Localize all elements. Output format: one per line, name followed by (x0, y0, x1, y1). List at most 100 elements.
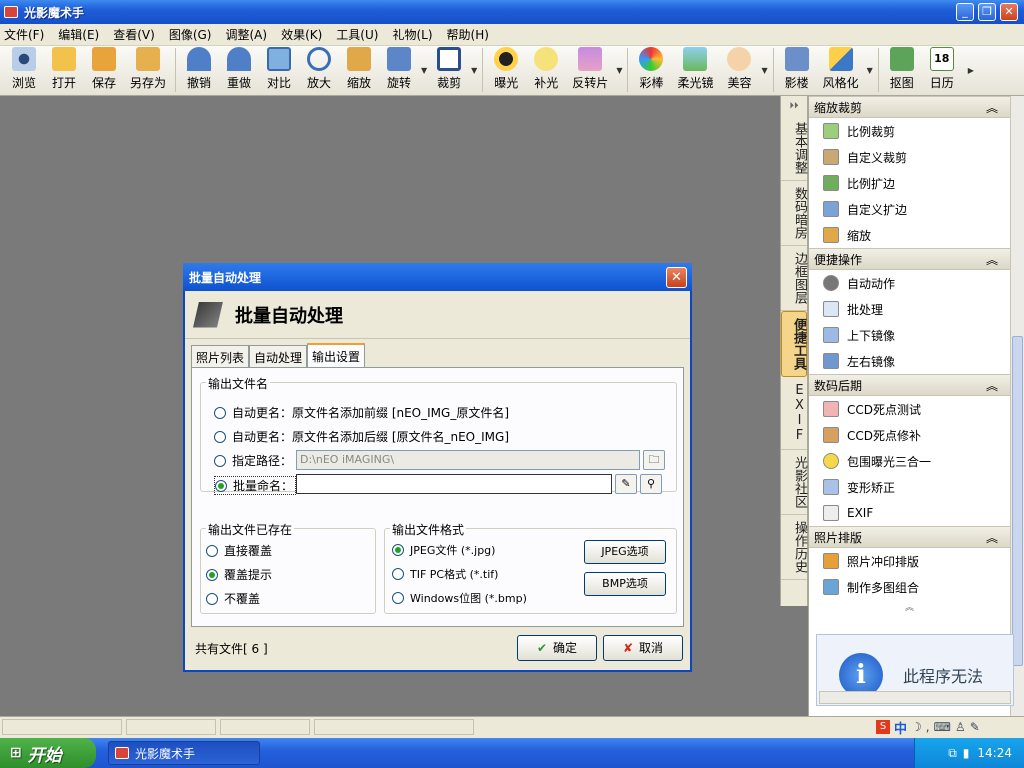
collapse-panel-icon[interactable]: ⏵⏵ (781, 96, 807, 116)
cancel-button[interactable]: ✘ 取消 (603, 635, 683, 661)
effects-dropdown-icon[interactable]: ▼ (616, 66, 622, 75)
restore-button[interactable]: ❐ (978, 3, 996, 21)
rotate-dropdown-icon[interactable]: ▼ (421, 66, 427, 75)
panel-item-bracket-merge[interactable]: 包围曝光三合一 (809, 448, 1010, 474)
panel-item-ccd-repair[interactable]: CCD死点修补 (809, 422, 1010, 448)
dialog-close-button[interactable]: ✕ (666, 267, 687, 288)
signal-icon[interactable]: ▮ (963, 746, 970, 760)
user-icon[interactable]: ♙ (955, 720, 966, 734)
keyboard-icon[interactable]: ⌨ (934, 720, 951, 734)
radio-path[interactable]: 指定路径： (214, 452, 292, 469)
close-button[interactable]: ✕ (1000, 3, 1018, 21)
edit-pattern-button[interactable]: ✎ (615, 474, 637, 494)
toolbar-undo-button[interactable]: 撤销 (179, 46, 219, 94)
panel-header-digital-post[interactable]: 数码后期 ︽ (809, 374, 1010, 396)
toolbar-rotate-button[interactable]: 旋转 (379, 46, 419, 94)
beauty-dropdown-icon[interactable]: ▼ (761, 66, 767, 75)
toolbar-exposure-button[interactable]: 曝光 (486, 46, 526, 94)
toolbar-more-icon[interactable]: ▶ (968, 66, 974, 75)
radio-bmp[interactable]: Windows位图 (*.bmp) (392, 590, 527, 606)
preview-button[interactable]: ⚲ (640, 474, 662, 494)
tab-border-layer[interactable]: 边框图层 (781, 246, 807, 311)
tab-photo-list[interactable]: 照片列表 (191, 345, 250, 367)
panel-item-auto-action[interactable]: 自动动作 (809, 270, 1010, 296)
toolbar-soft-light-button[interactable]: 柔光镜 (671, 46, 719, 94)
scroll-thumb[interactable] (1012, 336, 1023, 666)
wrench-icon[interactable]: ✎ (970, 720, 980, 734)
toolbar-crop-button[interactable]: 裁剪 (429, 46, 469, 94)
taskbar-app-item[interactable]: 光影魔术手 (108, 741, 260, 765)
tab-basic-adjust[interactable]: 基本调整 (781, 116, 807, 181)
tab-history[interactable]: 操作历史 (781, 515, 807, 580)
path-input[interactable]: D:\nEO iMAGING\ (296, 450, 640, 470)
menu-image[interactable]: 图像(G) (169, 26, 212, 43)
radio-tif[interactable]: TIF PC格式 (*.tif) (392, 566, 498, 582)
panel-item-flip-vertical[interactable]: 上下镜像 (809, 322, 1010, 348)
toolbar-browse-button[interactable]: 浏览 (4, 46, 44, 94)
panel-scrollbar[interactable] (1010, 96, 1024, 716)
bmp-options-button[interactable]: BMP选项 (584, 572, 666, 596)
toolbar-color-wand-button[interactable]: 彩棒 (631, 46, 671, 94)
dialog-title-bar[interactable]: 批量自动处理 (183, 263, 692, 291)
panel-item-ratio-crop[interactable]: 比例裁剪 (809, 118, 1010, 144)
panel-item-batch[interactable]: 批处理 (809, 296, 1010, 322)
network-icon[interactable]: ⧉ (948, 746, 957, 761)
panel-item-ccd-test[interactable]: CCD死点测试 (809, 396, 1010, 422)
menu-effects[interactable]: 效果(K) (281, 26, 322, 43)
radio-overwrite[interactable]: 直接覆盖 (206, 542, 272, 559)
moon-icon[interactable]: ☽ (911, 720, 922, 734)
menu-file[interactable]: 文件(F) (4, 26, 44, 43)
tab-quick-tools[interactable]: 便捷工具 (781, 311, 807, 377)
clock[interactable]: 14:24 (977, 746, 1012, 760)
panel-item-ratio-expand[interactable]: 比例扩边 (809, 170, 1010, 196)
collapse-icon[interactable]: ︽ (986, 377, 998, 394)
ime-chinese-icon[interactable]: 中 (894, 718, 907, 737)
toolbar-zoom-in-button[interactable]: 放大 (299, 46, 339, 94)
stylize-dropdown-icon[interactable]: ▼ (867, 66, 873, 75)
panel-item-resize[interactable]: 缩放 (809, 222, 1010, 248)
toolbar-save-as-button[interactable]: 另存为 (124, 46, 172, 94)
menu-view[interactable]: 查看(V) (113, 26, 155, 43)
rename-input[interactable] (296, 474, 612, 494)
toolbar-stylize-button[interactable]: 风格化 (817, 46, 865, 94)
toolbar-open-button[interactable]: 打开 (44, 46, 84, 94)
start-button[interactable]: ⊞ 开始 (0, 738, 96, 768)
toolbar-redo-button[interactable]: 重做 (219, 46, 259, 94)
panel-header-photo-layout[interactable]: 照片排版 ︽ (809, 526, 1010, 548)
radio-suffix[interactable]: 自动更名：原文件名添加后缀 [原文件名_nEO_IMG] (214, 428, 509, 445)
collapse-icon[interactable]: ︽ (809, 600, 1010, 613)
menu-gifts[interactable]: 礼物(L) (392, 26, 432, 43)
menu-tools[interactable]: 工具(U) (336, 26, 378, 43)
panel-header-resize-crop[interactable]: 缩放裁剪 ︽ (809, 96, 1010, 118)
toolbar-resize-button[interactable]: 缩放 (339, 46, 379, 94)
jpeg-options-button[interactable]: JPEG选项 (584, 540, 666, 564)
tab-output-settings[interactable]: 输出设置 (307, 343, 366, 367)
panel-item-flip-horizontal[interactable]: 左右镜像 (809, 348, 1010, 374)
tab-digital-darkroom[interactable]: 数码暗房 (781, 181, 807, 246)
radio-prefix[interactable]: 自动更名：原文件名添加前缀 [nEO_IMG_原文件名] (214, 404, 509, 421)
sogou-icon[interactable]: S (876, 720, 890, 734)
info-hscrollbar[interactable] (819, 691, 1011, 704)
minimize-button[interactable]: _ (956, 3, 974, 21)
toolbar-fill-light-button[interactable]: 补光 (526, 46, 566, 94)
panel-item-custom-crop[interactable]: 自定义裁剪 (809, 144, 1010, 170)
toolbar-reversal-film-button[interactable]: 反转片 (566, 46, 614, 94)
radio-batch-rename[interactable]: 批量命名： (214, 476, 297, 495)
radio-prompt[interactable]: 覆盖提示 (206, 566, 272, 583)
crop-dropdown-icon[interactable]: ▼ (471, 66, 477, 75)
tab-community[interactable]: 光影社区 (781, 450, 807, 515)
panel-item-print-layout[interactable]: 照片冲印排版 (809, 548, 1010, 574)
ime-toolbar[interactable]: S 中 ☽ , ⌨ ♙ ✎ (876, 718, 1022, 737)
radio-jpeg[interactable]: JPEG文件 (*.jpg) (392, 542, 495, 558)
toolbar-calendar-button[interactable]: 18 日历 (922, 46, 962, 94)
panel-item-multi-image[interactable]: 制作多图组合 (809, 574, 1010, 600)
collapse-icon[interactable]: ︽ (986, 99, 998, 116)
menu-adjust[interactable]: 调整(A) (225, 26, 267, 43)
toolbar-save-button[interactable]: 保存 (84, 46, 124, 94)
panel-item-distortion-fix[interactable]: 变形矫正 (809, 474, 1010, 500)
punctuation-icon[interactable]: , (926, 720, 930, 734)
panel-item-exif[interactable]: EXIF (809, 500, 1010, 526)
panel-header-quick-ops[interactable]: 便捷操作 ︽ (809, 248, 1010, 270)
tab-auto-process[interactable]: 自动处理 (249, 345, 308, 367)
toolbar-studio-button[interactable]: 影楼 (777, 46, 817, 94)
